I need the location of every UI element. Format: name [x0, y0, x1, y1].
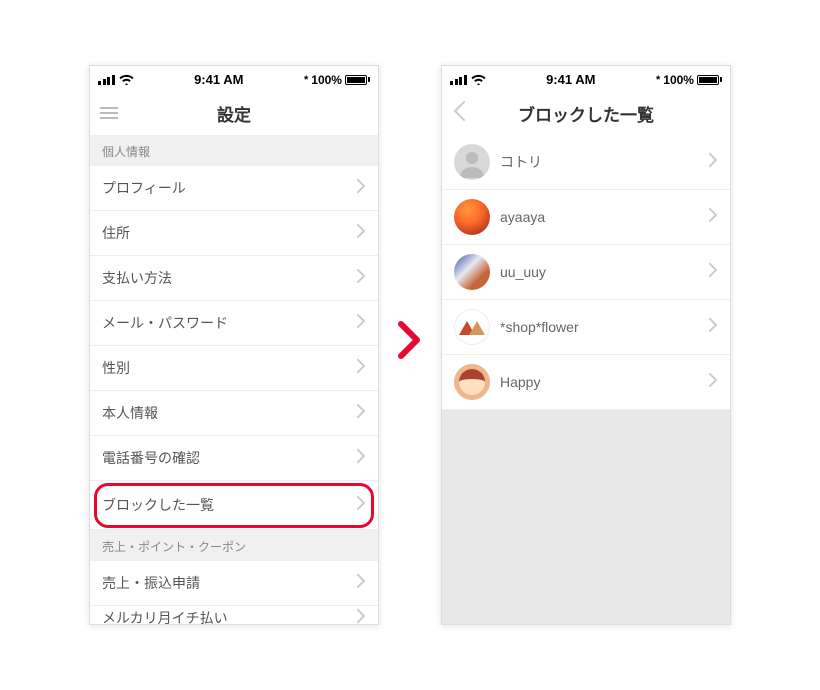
- nav-bar: ブロックした一覧: [442, 91, 730, 135]
- settings-item-mail-password[interactable]: メール・パスワード: [90, 301, 378, 346]
- battery-percent: 100%: [663, 73, 694, 87]
- chevron-right-icon: [709, 263, 718, 282]
- blocked-user-row[interactable]: *shop*flower: [442, 300, 730, 355]
- page-title: ブロックした一覧: [518, 101, 654, 126]
- battery-icon: [345, 75, 370, 85]
- blocked-user-name: コトリ: [500, 152, 699, 172]
- blocked-user-name: Happy: [500, 374, 699, 390]
- settings-item-payment[interactable]: 支払い方法: [90, 256, 378, 301]
- blocked-user-row[interactable]: Happy: [442, 355, 730, 410]
- status-bar: 9:41 AM * 100%: [442, 66, 730, 91]
- settings-item-label: プロフィール: [102, 178, 186, 198]
- settings-item-label: 本人情報: [102, 403, 158, 423]
- settings-item-label: 住所: [102, 223, 130, 243]
- status-time: 9:41 AM: [546, 72, 595, 87]
- settings-item-label: メール・パスワード: [102, 313, 228, 333]
- chevron-right-icon: [709, 208, 718, 227]
- chevron-right-icon: [357, 404, 366, 423]
- settings-item-monthly-pay[interactable]: メルカリ月イチ払い: [90, 606, 378, 624]
- avatar: [454, 364, 490, 400]
- empty-area: [442, 410, 730, 624]
- bluetooth-icon: *: [304, 74, 308, 86]
- blocked-list-screen: 9:41 AM * 100% ブロックした一覧 コトリ: [441, 65, 731, 625]
- chevron-right-icon: [357, 314, 366, 333]
- settings-item-blocked-list[interactable]: ブロックした一覧: [90, 481, 378, 530]
- chevron-right-icon: [357, 574, 366, 593]
- chevron-right-icon: [357, 449, 366, 468]
- settings-item-label: メルカリ月イチ払い: [102, 608, 228, 624]
- highlighted-item: ブロックした一覧: [90, 481, 378, 530]
- blocked-user-name: ayaaya: [500, 209, 699, 225]
- settings-item-label: 性別: [102, 358, 130, 378]
- signal-icon: [98, 75, 115, 85]
- page-title: 設定: [217, 101, 251, 126]
- settings-item-label: ブロックした一覧: [102, 495, 214, 515]
- blocked-user-name: uu_uuy: [500, 264, 699, 280]
- settings-item-gender[interactable]: 性別: [90, 346, 378, 391]
- wifi-icon: [119, 74, 134, 85]
- section-header-personal: 個人情報: [90, 135, 378, 166]
- blocked-user-row[interactable]: コトリ: [442, 135, 730, 190]
- settings-item-label: 売上・振込申請: [102, 573, 200, 593]
- status-bar: 9:41 AM * 100%: [90, 66, 378, 91]
- chevron-right-icon: [357, 224, 366, 243]
- chevron-right-icon: [357, 496, 366, 515]
- nav-bar: 設定: [90, 91, 378, 135]
- settings-screen: 9:41 AM * 100% 設定 個人情報 プロフィール 住所: [89, 65, 379, 625]
- avatar: [454, 144, 490, 180]
- chevron-right-icon: [357, 269, 366, 288]
- blocked-user-row[interactable]: uu_uuy: [442, 245, 730, 300]
- avatar: [454, 254, 490, 290]
- settings-item-identity[interactable]: 本人情報: [90, 391, 378, 436]
- settings-item-phone[interactable]: 電話番号の確認: [90, 436, 378, 481]
- transition-arrow-icon: [397, 320, 423, 370]
- chevron-right-icon: [709, 153, 718, 172]
- avatar: [454, 199, 490, 235]
- battery-percent: 100%: [311, 73, 342, 87]
- signal-icon: [450, 75, 467, 85]
- battery-icon: [697, 75, 722, 85]
- chevron-right-icon: [357, 179, 366, 198]
- settings-item-profile[interactable]: プロフィール: [90, 166, 378, 211]
- chevron-right-icon: [709, 318, 718, 337]
- wifi-icon: [471, 74, 486, 85]
- chevron-right-icon: [357, 609, 366, 625]
- menu-icon[interactable]: [100, 107, 118, 119]
- bluetooth-icon: *: [656, 74, 660, 86]
- chevron-right-icon: [357, 359, 366, 378]
- back-button[interactable]: [452, 100, 466, 127]
- blocked-user-row[interactable]: ayaaya: [442, 190, 730, 245]
- settings-item-label: 電話番号の確認: [102, 448, 200, 468]
- settings-item-label: 支払い方法: [102, 268, 172, 288]
- status-time: 9:41 AM: [194, 72, 243, 87]
- section-header-sales: 売上・ポイント・クーポン: [90, 530, 378, 561]
- avatar: [454, 309, 490, 345]
- settings-item-sales-transfer[interactable]: 売上・振込申請: [90, 561, 378, 606]
- settings-item-address[interactable]: 住所: [90, 211, 378, 256]
- blocked-user-name: *shop*flower: [500, 319, 699, 335]
- chevron-right-icon: [709, 373, 718, 392]
